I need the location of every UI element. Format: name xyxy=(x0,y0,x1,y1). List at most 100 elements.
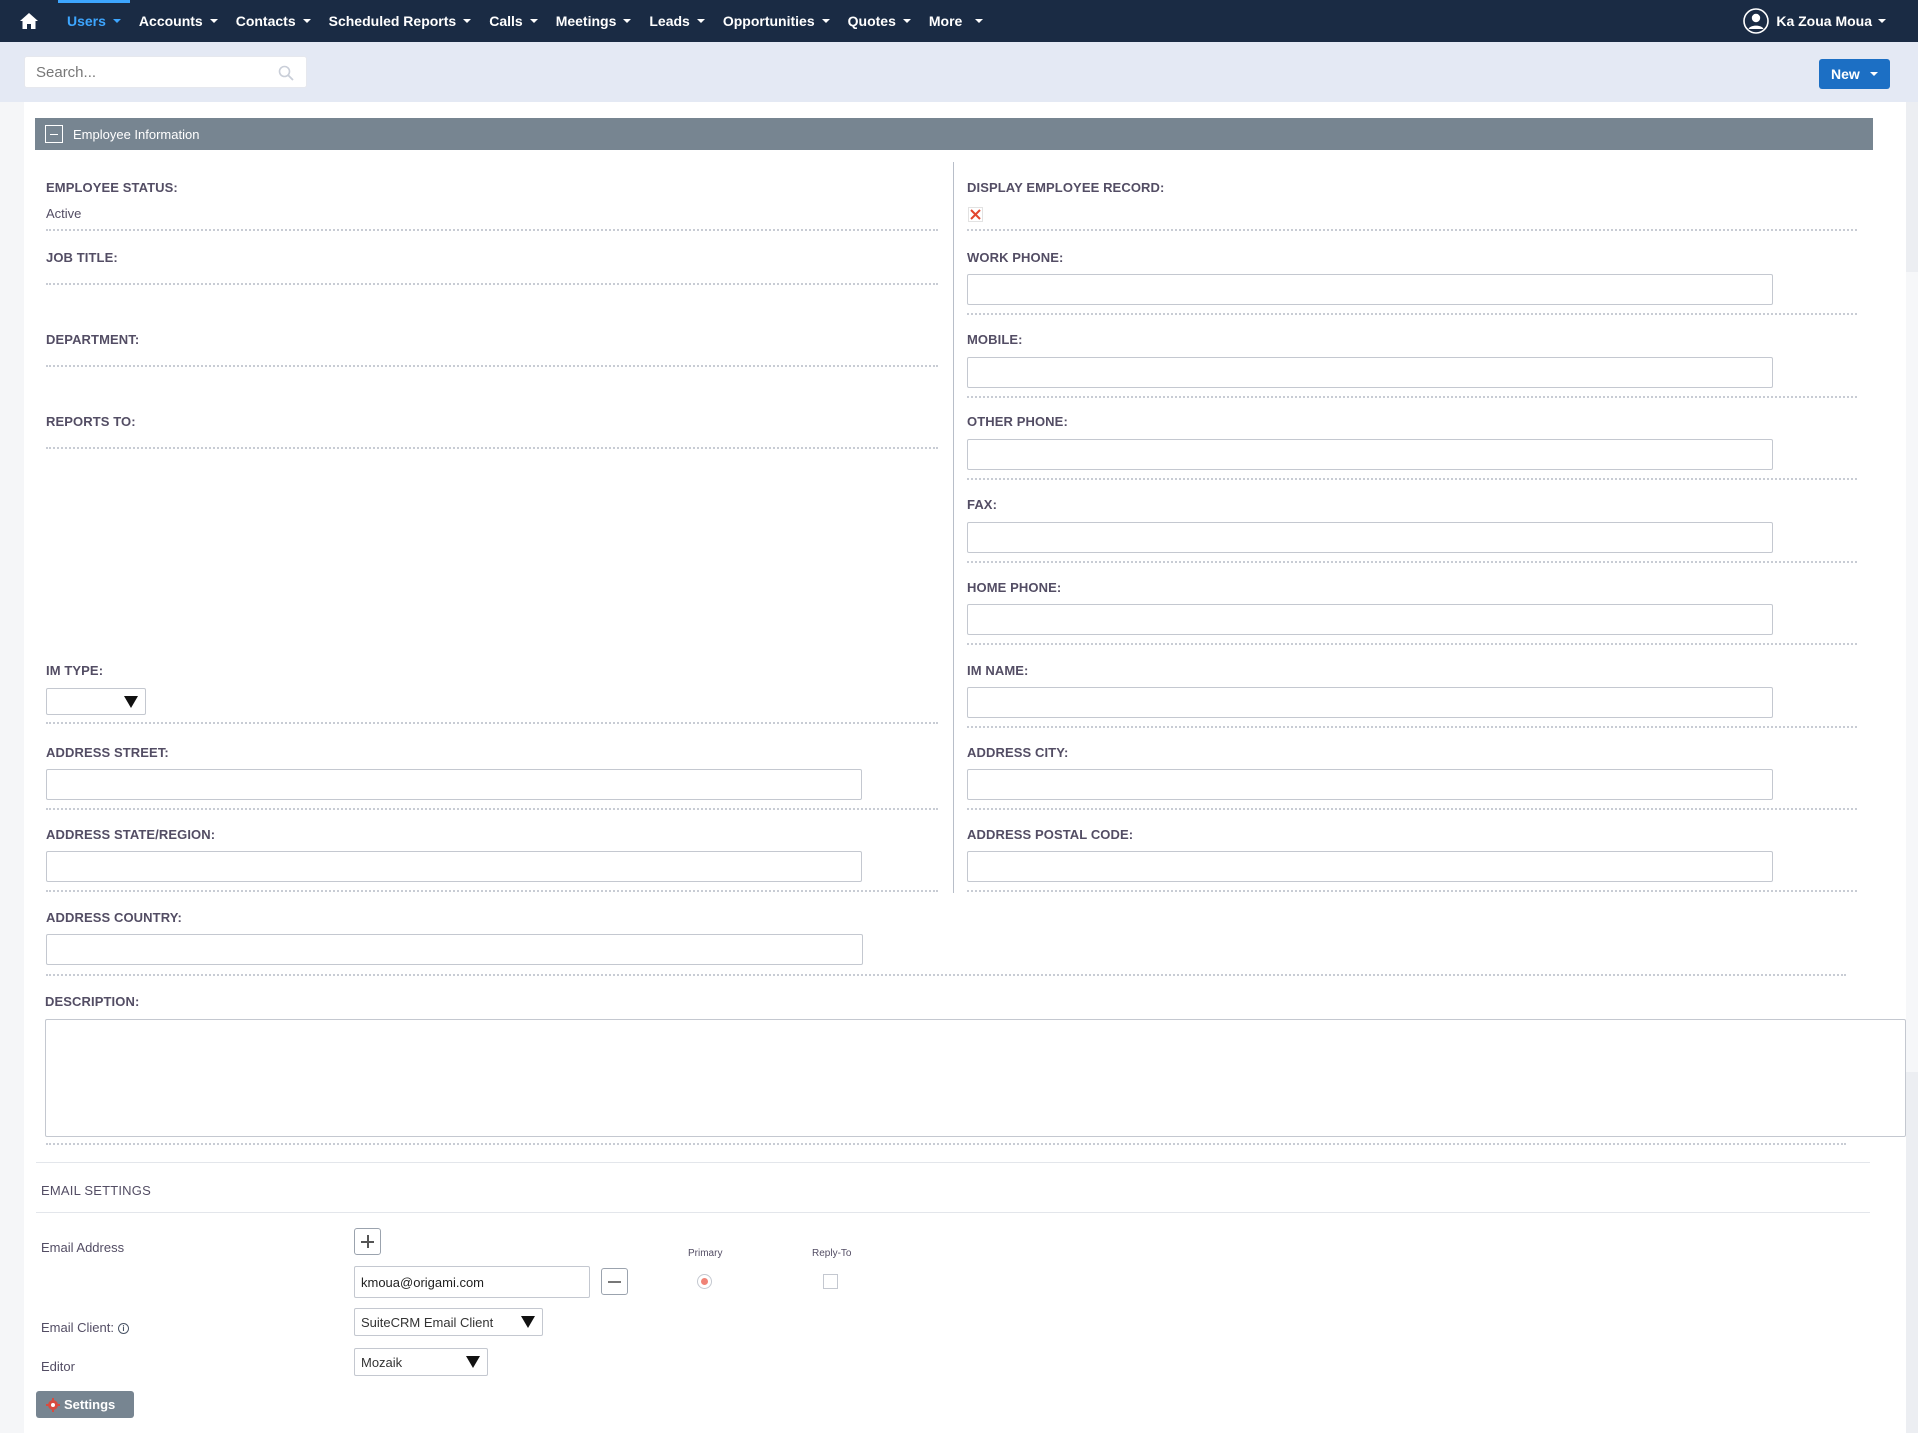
email-input[interactable] xyxy=(355,1267,589,1297)
divider xyxy=(967,478,1857,480)
address-country-label: ADDRESS COUNTRY: xyxy=(46,910,182,925)
divider xyxy=(46,974,1846,976)
address-state-input[interactable] xyxy=(47,852,861,881)
info-icon[interactable]: i xyxy=(117,1323,129,1335)
divider xyxy=(46,808,938,810)
display-employee-record-label: DISPLAY EMPLOYEE RECORD: xyxy=(967,180,1165,195)
email-client-select[interactable]: SuiteCRM Email Client xyxy=(354,1308,543,1336)
address-country-input-wrap xyxy=(46,934,863,965)
collapse-panel-button[interactable] xyxy=(45,125,63,143)
chevron-down-icon xyxy=(302,19,311,23)
unchecked-x-icon xyxy=(968,207,983,222)
divider xyxy=(46,229,938,231)
user-menu[interactable]: Ka Zoua Moua xyxy=(1743,0,1886,42)
mobile-label: MOBILE: xyxy=(967,332,1023,347)
nav-item-more[interactable]: More xyxy=(920,0,992,42)
settings-button[interactable]: Settings xyxy=(36,1391,134,1418)
scrollbar-thumb[interactable] xyxy=(1906,272,1918,1072)
chevron-down-icon xyxy=(529,19,538,23)
reply-to-checkbox[interactable] xyxy=(823,1274,838,1289)
divider xyxy=(967,396,1857,398)
nav-item-label: Opportunities xyxy=(722,13,815,29)
nav-item-leads[interactable]: Leads xyxy=(640,0,713,42)
address-city-input[interactable] xyxy=(968,770,1772,799)
description-textarea[interactable] xyxy=(45,1019,1906,1137)
employee-status-value: Active xyxy=(46,206,82,221)
address-street-label: ADDRESS STREET: xyxy=(46,745,169,760)
address-postal-code-input-wrap xyxy=(967,851,1773,882)
address-postal-code-label: ADDRESS POSTAL CODE: xyxy=(967,827,1134,842)
home-button[interactable] xyxy=(0,0,58,42)
reply-to-label: Reply-To xyxy=(812,1248,852,1259)
work-phone-input[interactable] xyxy=(968,275,1772,304)
home-phone-input[interactable] xyxy=(968,605,1772,634)
search-input[interactable] xyxy=(25,63,265,81)
email-settings-title: EMAIL SETTINGS xyxy=(41,1183,151,1198)
divider xyxy=(46,890,938,892)
other-phone-input[interactable] xyxy=(968,440,1772,469)
chevron-down-icon xyxy=(209,19,218,23)
department-label: DEPARTMENT: xyxy=(46,332,140,347)
chevron-down-icon xyxy=(975,19,984,23)
top-navigation-bar: Users Accounts Contacts Scheduled Report… xyxy=(0,0,1918,42)
nav-item-label: Calls xyxy=(489,13,523,29)
other-phone-input-wrap xyxy=(967,439,1773,470)
dropdown-arrow-icon xyxy=(124,695,138,708)
nav-item-opportunities[interactable]: Opportunities xyxy=(714,0,839,42)
fax-input[interactable] xyxy=(968,523,1772,552)
editor-select[interactable]: Mozaik xyxy=(354,1348,488,1376)
nav-item-calls[interactable]: Calls xyxy=(480,0,546,42)
home-icon xyxy=(20,13,38,29)
dropdown-arrow-icon xyxy=(466,1356,480,1368)
nav-item-label: Accounts xyxy=(138,13,203,29)
nav-item-label: Contacts xyxy=(235,13,296,29)
scrollbar[interactable] xyxy=(1906,102,1918,1433)
mobile-input[interactable] xyxy=(968,358,1772,387)
address-country-input[interactable] xyxy=(47,935,862,964)
chevron-down-icon xyxy=(902,19,911,23)
email-client-label: Email Client: xyxy=(41,1320,114,1335)
im-type-select[interactable] xyxy=(46,688,146,715)
divider xyxy=(967,313,1857,315)
nav-item-label: Scheduled Reports xyxy=(328,13,457,29)
home-phone-input-wrap xyxy=(967,604,1773,635)
primary-label: Primary xyxy=(688,1248,723,1259)
im-name-input[interactable] xyxy=(968,688,1772,717)
search-box xyxy=(24,56,307,88)
job-title-label: JOB TITLE: xyxy=(46,250,118,265)
divider xyxy=(46,447,938,449)
nav-item-contacts[interactable]: Contacts xyxy=(227,0,320,42)
home-phone-label: HOME PHONE: xyxy=(967,580,1062,595)
nav-item-quotes[interactable]: Quotes xyxy=(839,0,920,42)
chevron-down-icon xyxy=(112,19,121,23)
chevron-down-icon xyxy=(1870,72,1878,76)
nav-item-label: More xyxy=(928,13,963,29)
chevron-down-icon xyxy=(623,19,632,23)
divider xyxy=(46,722,938,724)
address-state-label: ADDRESS STATE/REGION: xyxy=(46,827,216,842)
nav-menu: Users Accounts Contacts Scheduled Report… xyxy=(58,0,992,42)
remove-email-button[interactable] xyxy=(601,1268,628,1295)
divider xyxy=(967,561,1857,563)
im-name-input-wrap xyxy=(967,687,1773,718)
nav-item-meetings[interactable]: Meetings xyxy=(547,0,641,42)
search-icon[interactable] xyxy=(278,65,294,81)
nav-item-label: Leads xyxy=(649,13,690,29)
email-input-wrap xyxy=(354,1266,590,1298)
chevron-down-icon xyxy=(696,19,705,23)
editor-value: Mozaik xyxy=(361,1354,403,1370)
address-postal-code-input[interactable] xyxy=(968,852,1772,881)
divider xyxy=(46,365,938,367)
primary-email-radio[interactable] xyxy=(697,1274,712,1289)
nav-item-scheduled-reports[interactable]: Scheduled Reports xyxy=(320,0,481,42)
address-street-input[interactable] xyxy=(47,770,861,799)
im-name-label: IM NAME: xyxy=(967,663,1029,678)
divider xyxy=(46,283,938,285)
fax-input-wrap xyxy=(967,522,1773,553)
nav-item-users[interactable]: Users xyxy=(58,0,130,42)
new-button[interactable]: New xyxy=(1819,59,1890,89)
nav-item-accounts[interactable]: Accounts xyxy=(130,0,227,42)
email-client-value: SuiteCRM Email Client xyxy=(361,1314,494,1330)
add-email-button[interactable] xyxy=(354,1228,381,1255)
divider xyxy=(46,1143,1846,1145)
